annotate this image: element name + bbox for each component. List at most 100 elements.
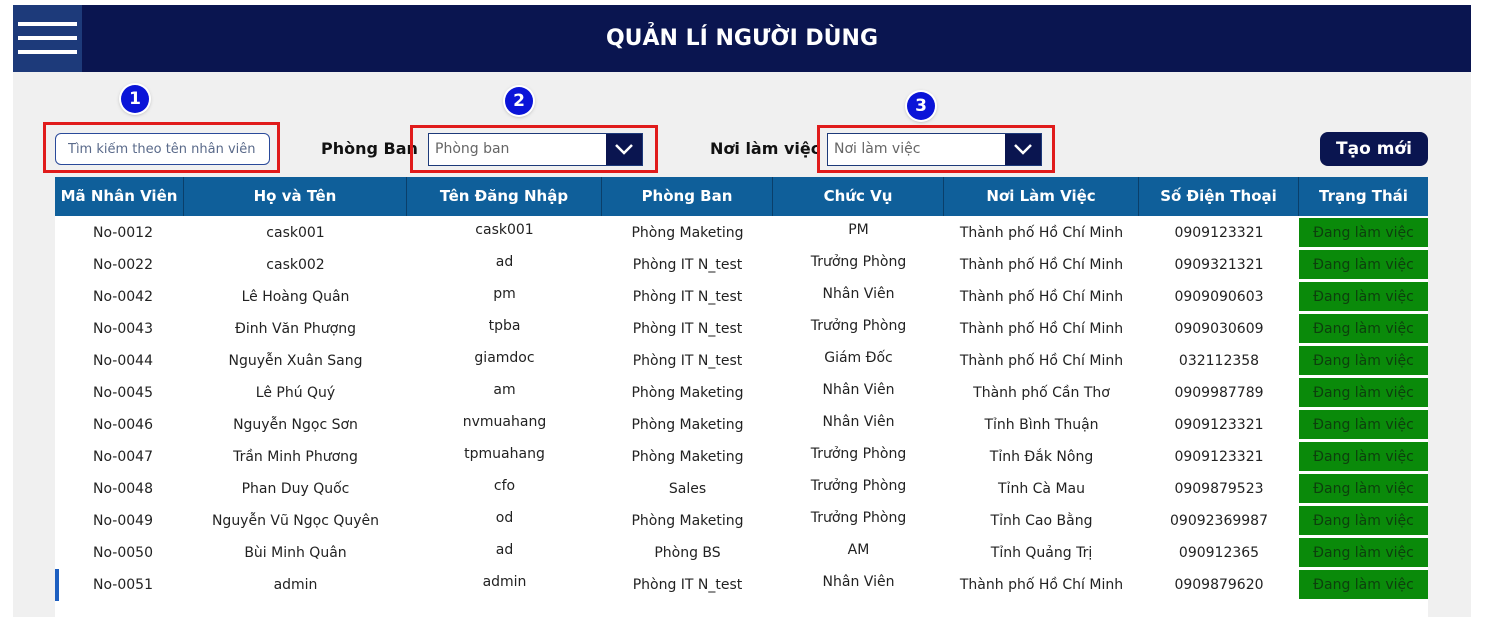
employee-id: No-0051 xyxy=(93,577,153,593)
workplace-dropdown[interactable]: Nơi làm việc xyxy=(827,133,1042,166)
username: ad xyxy=(495,254,514,270)
column-header[interactable]: Mã Nhân Viên xyxy=(55,177,184,216)
phone-number: 0909879523 xyxy=(1174,481,1264,497)
department: Phòng IT N_test xyxy=(632,353,743,369)
full-name: Nguyễn Ngọc Sơn xyxy=(233,417,358,433)
table-row[interactable]: No-0047 Trần Minh Phương tpmuahang Phòng Ma… xyxy=(55,441,1428,473)
position: Trưởng Phòng xyxy=(810,318,907,334)
header-bar: QUẢN LÍ NGƯỜI DÙNG xyxy=(13,5,1471,72)
username: od xyxy=(495,510,514,526)
users-table: Mã Nhân Viên Họ và Tên Tên Đăng Nhập Phò… xyxy=(55,177,1428,617)
table-row[interactable]: No-0046 Nguyễn Ngọc Sơn nvmuahang Phòng Mak… xyxy=(55,409,1428,441)
position: Nhân Viên xyxy=(822,286,895,302)
annotation-badge-1: 1 xyxy=(121,85,149,113)
employee-id: No-0046 xyxy=(93,417,153,433)
workplace: Thành phố Cần Thơ xyxy=(973,385,1110,401)
workplace: Tỉnh Quảng Trị xyxy=(990,545,1093,561)
username: tpmuahang xyxy=(464,446,545,462)
table-row[interactable]: No-0045 Lê Phú Quý am Phòng Maketing Nhân Vi… xyxy=(55,377,1428,409)
table-row[interactable]: No-0012 cask001 cask001 Phòng Maketing PM Thà… xyxy=(55,217,1428,249)
employee-id: No-0048 xyxy=(93,481,153,497)
position: Trưởng Phòng xyxy=(810,254,907,270)
table-row[interactable]: No-0049 Nguyễn Vũ Ngọc Quyên od Phòng Maket… xyxy=(55,505,1428,537)
status-badge: Đang làm việc xyxy=(1299,538,1428,568)
username: nvmuahang xyxy=(462,414,547,430)
status-badge: Đang làm việc xyxy=(1299,218,1428,248)
employee-id: No-0012 xyxy=(93,225,153,241)
phone-number: 0909030609 xyxy=(1174,321,1264,337)
username: tpba xyxy=(488,318,521,334)
phone-number: 0909987789 xyxy=(1174,385,1264,401)
full-name: Nguyễn Vũ Ngọc Quyên xyxy=(211,513,380,529)
phone-number: 0909879620 xyxy=(1174,577,1264,593)
annotation-badge-3: 3 xyxy=(907,92,935,120)
workplace: Thành phố Hồ Chí Minh xyxy=(959,353,1124,369)
full-name: admin xyxy=(273,577,318,593)
full-name: Phan Duy Quốc xyxy=(241,481,350,497)
department-filter-label: Phòng Ban xyxy=(321,139,418,158)
employee-id: No-0043 xyxy=(93,321,153,337)
column-header[interactable]: Số Điện Thoại xyxy=(1139,177,1299,216)
username: admin xyxy=(482,574,527,590)
status-badge: Đang làm việc xyxy=(1299,410,1428,440)
department: Phòng IT N_test xyxy=(632,289,743,305)
workplace: Thành phố Hồ Chí Minh xyxy=(959,289,1124,305)
column-header[interactable]: Tên Đăng Nhập xyxy=(407,177,602,216)
department: Phòng Maketing xyxy=(631,513,744,529)
table-row[interactable]: No-0051 admin admin Phòng IT N_test Nhân Viê… xyxy=(55,569,1428,601)
workplace: Tỉnh Cà Mau xyxy=(998,481,1085,497)
username: cask001 xyxy=(475,222,534,238)
workplace: Thành phố Hồ Chí Minh xyxy=(959,577,1124,593)
table-row[interactable]: No-0042 Lê Hoàng Quân pm Phòng IT N_test Nhâ… xyxy=(55,281,1428,313)
full-name: Bùi Minh Quân xyxy=(244,545,347,561)
table-row[interactable]: No-0043 Đinh Văn Phượng tpba Phòng IT N_tes… xyxy=(55,313,1428,345)
username: am xyxy=(493,382,516,398)
position: PM xyxy=(848,222,869,238)
workplace-dropdown-value: Nơi làm việc xyxy=(834,141,921,157)
username: giamdoc xyxy=(474,350,535,366)
table-row[interactable]: No-0022 cask002 ad Phòng IT N_test Trưởng Ph… xyxy=(55,249,1428,281)
department-dropdown[interactable]: Phòng ban xyxy=(428,133,643,166)
column-header[interactable]: Họ và Tên xyxy=(184,177,407,216)
hamburger-menu-icon[interactable] xyxy=(13,5,82,72)
employee-id: No-0045 xyxy=(93,385,153,401)
full-name: cask002 xyxy=(266,257,325,273)
full-name: Trần Minh Phương xyxy=(233,449,358,465)
table-header: Mã Nhân Viên Họ và Tên Tên Đăng Nhập Phò… xyxy=(55,177,1428,216)
position: Trưởng Phòng xyxy=(810,446,907,462)
position: Nhân Viên xyxy=(822,382,895,398)
column-header[interactable]: Trạng Thái xyxy=(1299,177,1428,216)
full-name: Lê Phú Quý xyxy=(255,385,336,401)
department: Phòng Maketing xyxy=(631,385,744,401)
position: Trưởng Phòng xyxy=(810,478,907,494)
workplace: Thành phố Hồ Chí Minh xyxy=(959,257,1124,273)
table-row[interactable]: No-0048 Phan Duy Quốc cfo Sales Trưởng Phòng… xyxy=(55,473,1428,505)
position: AM xyxy=(847,542,870,558)
department: Phòng IT N_test xyxy=(632,321,743,337)
column-header[interactable]: Chức Vụ xyxy=(773,177,944,216)
table-row[interactable]: No-0044 Nguyễn Xuân Sang giamdoc Phòng IT N… xyxy=(55,345,1428,377)
status-badge: Đang làm việc xyxy=(1299,506,1428,536)
department: Phòng Maketing xyxy=(631,417,744,433)
department: Phòng BS xyxy=(654,545,721,561)
phone-number: 0909321321 xyxy=(1174,257,1264,273)
full-name: Lê Hoàng Quân xyxy=(241,289,350,305)
full-name: Nguyễn Xuân Sang xyxy=(228,353,363,369)
status-badge: Đang làm việc xyxy=(1299,250,1428,280)
employee-id: No-0044 xyxy=(93,353,153,369)
employee-id: No-0022 xyxy=(93,257,153,273)
status-badge: Đang làm việc xyxy=(1299,346,1428,376)
workplace: Tỉnh Bình Thuận xyxy=(984,417,1099,433)
search-input[interactable] xyxy=(55,133,270,165)
column-header[interactable]: Phòng Ban xyxy=(602,177,773,216)
column-header[interactable]: Nơi Làm Việc xyxy=(944,177,1139,216)
position: Giám Đốc xyxy=(824,350,893,366)
full-name: cask001 xyxy=(266,225,325,241)
chevron-down-icon[interactable] xyxy=(606,134,642,165)
table-row[interactable]: No-0050 Bùi Minh Quân ad Phòng BS AM Tỉnh Quả… xyxy=(55,537,1428,569)
create-new-button[interactable]: Tạo mới xyxy=(1320,132,1428,166)
chevron-down-icon[interactable] xyxy=(1005,134,1041,165)
phone-number: 090912365 xyxy=(1178,545,1260,561)
full-name: Đinh Văn Phượng xyxy=(235,321,356,337)
position: Nhân Viên xyxy=(822,414,895,430)
